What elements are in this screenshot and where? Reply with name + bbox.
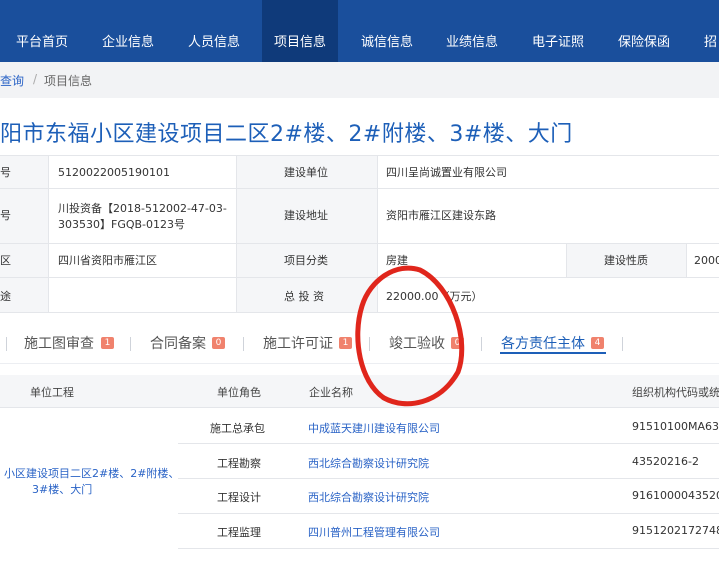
info-label-investment: 总 投 资 bbox=[284, 290, 324, 303]
info-value-approval-line2: 303530】FGQB-0123号 bbox=[58, 218, 186, 231]
row-company-link[interactable]: 四川普州工程管理有限公司 bbox=[308, 524, 440, 540]
info-label-region: 区 bbox=[0, 254, 11, 267]
col-header-company: 企业名称 bbox=[309, 386, 353, 399]
col-header-code: 组织机构代码或统 bbox=[632, 386, 719, 399]
units-table-header bbox=[0, 375, 719, 408]
info-label-nature: 建设性质 bbox=[604, 254, 648, 267]
row-company-link[interactable]: 西北综合勘察设计研究院 bbox=[308, 455, 429, 471]
info-label-usage: 途 bbox=[0, 290, 11, 303]
info-label-code: 号 bbox=[0, 166, 11, 179]
tab-completion-acceptance[interactable]: 竣工验收 bbox=[389, 333, 445, 353]
breadcrumb-parent-link[interactable]: 查询 bbox=[0, 72, 24, 89]
col-header-role: 单位角色 bbox=[217, 386, 261, 399]
info-label-builder: 建设单位 bbox=[284, 166, 328, 179]
tab-construction-permit-count: 1 bbox=[339, 337, 352, 349]
row-role: 工程监理 bbox=[217, 526, 261, 539]
info-label-category: 项目分类 bbox=[284, 254, 328, 267]
row-code: 43520216-2 bbox=[632, 455, 699, 468]
row-role: 工程勘察 bbox=[217, 457, 261, 470]
row-role: 施工总承包 bbox=[210, 422, 265, 435]
info-label-approval: 号 bbox=[0, 209, 11, 222]
info-value-code: 5120022005190101 bbox=[58, 166, 170, 179]
tab-bar: 施工图审查 1 合同备案 0 施工许可证 1 竣工验收 0 各方责任主体 4 bbox=[0, 320, 719, 364]
row-company-link[interactable]: 西北综合勘察设计研究院 bbox=[308, 489, 429, 505]
tab-contract-filing[interactable]: 合同备案 bbox=[150, 333, 206, 353]
breadcrumb-current: 项目信息 bbox=[44, 74, 93, 88]
tab-drawing-review-count: 1 bbox=[101, 337, 114, 349]
tab-responsible-parties[interactable]: 各方责任主体 bbox=[501, 333, 585, 353]
tab-contract-filing-count: 0 bbox=[212, 337, 225, 349]
col-header-project: 单位工程 bbox=[30, 386, 74, 399]
breadcrumb-separator: / bbox=[33, 72, 38, 86]
row-code: 91510100MA638 bbox=[632, 420, 719, 433]
breadcrumb bbox=[0, 62, 719, 98]
row-code: 91610000435202 bbox=[632, 489, 719, 502]
tab-drawing-review[interactable]: 施工图审查 bbox=[24, 333, 94, 353]
info-label-address: 建设地址 bbox=[284, 209, 328, 222]
info-value-nature: 2000 bbox=[694, 254, 719, 267]
tab-construction-permit[interactable]: 施工许可证 bbox=[263, 333, 333, 353]
info-value-approval-line1: 川投资备【2018-512002-47-03- bbox=[58, 202, 227, 215]
info-value-address: 资阳市雁江区建设东路 bbox=[386, 209, 496, 222]
tab-completion-acceptance-count: 0 bbox=[451, 337, 464, 349]
row-company-link[interactable]: 中成蓝天建川建设有限公司 bbox=[308, 420, 440, 436]
page-title: 阳市东福小区建设项目二区2#楼、2#附楼、3#楼、大门 bbox=[0, 122, 573, 147]
active-tab-indicator bbox=[500, 352, 606, 354]
info-value-category: 房建 bbox=[386, 254, 408, 267]
tab-responsible-parties-count: 4 bbox=[591, 337, 604, 349]
unit-project-name-line2[interactable]: 3#楼、大门 bbox=[32, 481, 92, 497]
unit-project-name-line1[interactable]: 小区建设项目二区2#楼、2#附楼、 bbox=[4, 465, 179, 481]
info-value-builder: 四川呈尚诚置业有限公司 bbox=[386, 166, 507, 179]
row-role: 工程设计 bbox=[217, 491, 261, 504]
info-value-investment: 22000.00（万元） bbox=[386, 290, 483, 303]
row-code: 91512021727489 bbox=[632, 524, 719, 537]
info-value-region: 四川省资阳市雁江区 bbox=[58, 254, 157, 267]
